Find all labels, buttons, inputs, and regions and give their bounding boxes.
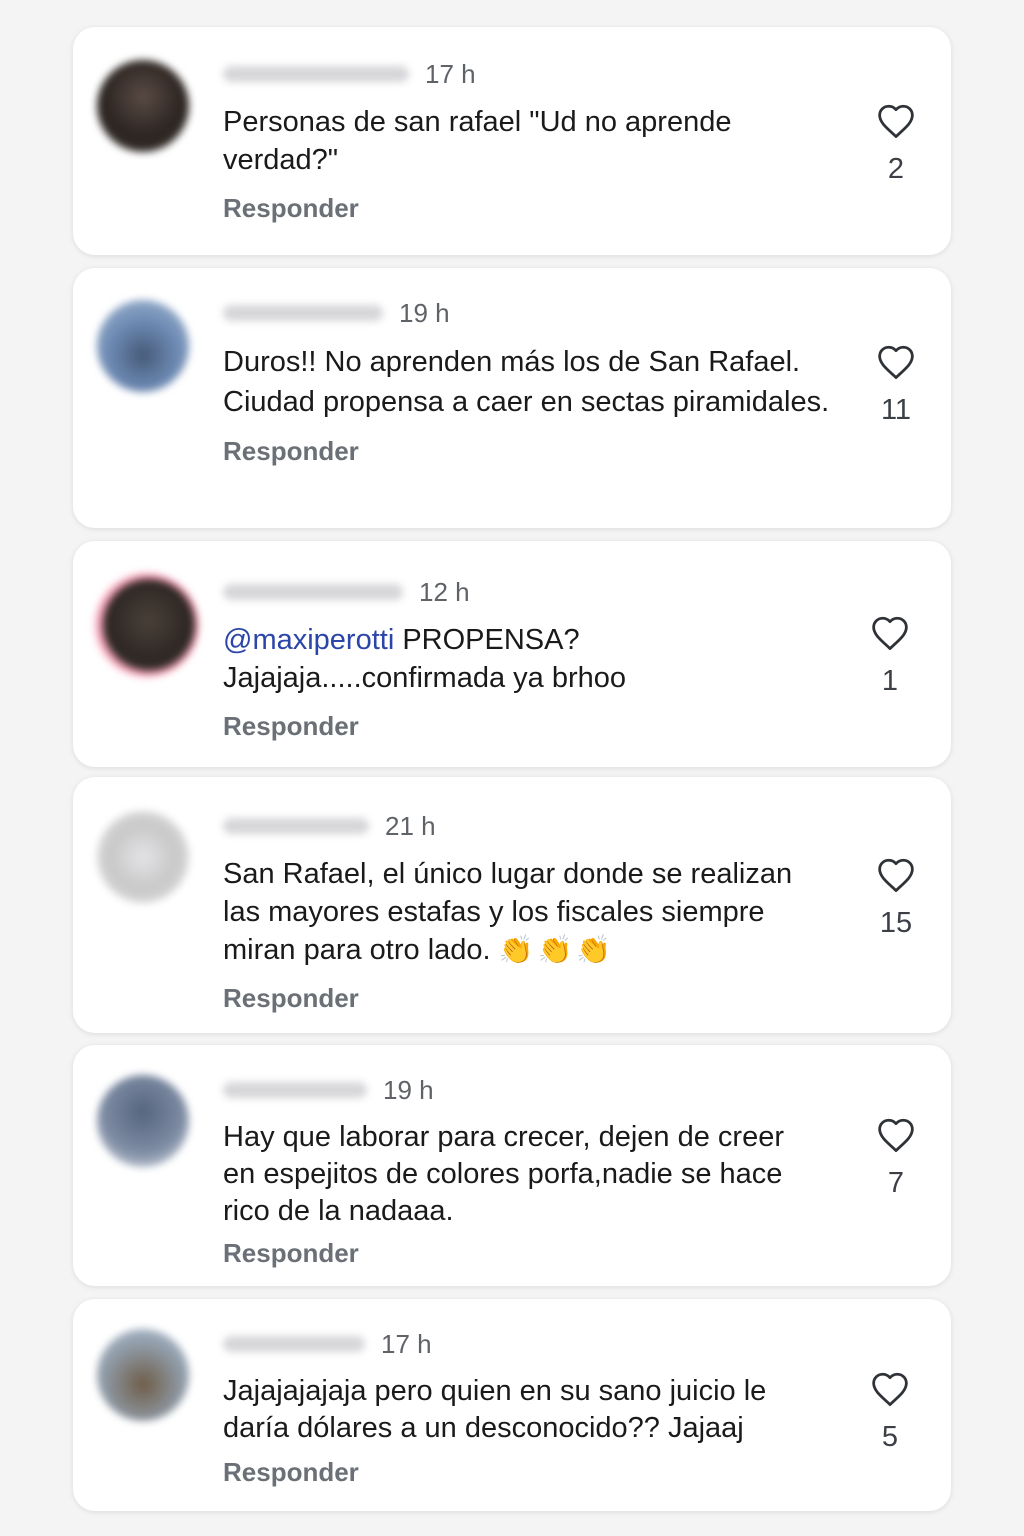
comment-card: 19 h Duros!! No aprenden más los de San …	[73, 268, 951, 528]
comment-text: Duros!! No aprenden más los de San Rafae…	[223, 346, 830, 418]
comment-text: Hay que laborar para crecer, dejen de cr…	[223, 1121, 784, 1227]
comment-card: 19 h Hay que laborar para crecer, dejen …	[73, 1045, 951, 1286]
reply-button[interactable]: Responder	[223, 1238, 841, 1269]
reply-button[interactable]: Responder	[223, 193, 841, 224]
reply-button[interactable]: Responder	[223, 1457, 841, 1488]
comment-text: @maxiperotti PROPENSA? Jajajaja.....conf…	[223, 621, 663, 697]
comment-card: 17 h Jajajajajaja pero quien en su sano …	[73, 1299, 951, 1511]
avatar[interactable]	[103, 579, 195, 671]
comment-time: 12 h	[419, 576, 470, 607]
avatar[interactable]	[97, 1075, 189, 1167]
avatar[interactable]	[97, 811, 189, 903]
clapping-hands-emoji: 👏👏👏	[498, 934, 616, 965]
reply-button[interactable]: Responder	[223, 983, 841, 1014]
like-count: 11	[880, 394, 912, 426]
comment-time: 17 h	[381, 1328, 432, 1359]
heart-icon[interactable]	[865, 615, 915, 651]
comment-text: Jajajajajaja pero quien en su sano juici…	[223, 1375, 767, 1444]
mention-link[interactable]: @maxiperotti	[223, 624, 394, 656]
username-blurred[interactable]	[223, 305, 383, 321]
heart-icon[interactable]	[871, 103, 921, 139]
username-blurred[interactable]	[223, 818, 369, 834]
comment-time: 21 h	[385, 810, 436, 841]
heart-icon[interactable]	[871, 1117, 921, 1153]
heart-icon[interactable]	[871, 344, 921, 380]
like-count: 7	[887, 1167, 905, 1199]
comment-card: 12 h @maxiperotti PROPENSA? Jajajaja....…	[73, 541, 951, 767]
comment-card: 21 h San Rafael, el único lugar donde se…	[73, 777, 951, 1033]
reply-button[interactable]: Responder	[223, 436, 841, 467]
comment-time: 19 h	[383, 1074, 434, 1105]
like-count: 5	[881, 1421, 899, 1453]
like-count: 1	[881, 665, 899, 697]
comment-text: Personas de san rafael "Ud no aprende ve…	[223, 106, 732, 176]
avatar[interactable]	[97, 300, 189, 392]
username-blurred[interactable]	[223, 1082, 367, 1098]
username-blurred[interactable]	[223, 66, 409, 82]
reply-button[interactable]: Responder	[223, 711, 841, 742]
comment-time: 17 h	[425, 58, 476, 89]
avatar[interactable]	[97, 1329, 189, 1421]
comment-card: 17 h Personas de san rafael "Ud no apren…	[73, 27, 951, 255]
comment-time: 19 h	[399, 297, 450, 328]
username-blurred[interactable]	[223, 584, 403, 600]
comment-text: San Rafael, el único lugar donde se real…	[223, 855, 823, 969]
heart-icon[interactable]	[871, 857, 921, 893]
like-count: 15	[879, 907, 913, 939]
avatar[interactable]	[97, 60, 189, 152]
username-blurred[interactable]	[223, 1336, 365, 1352]
like-count: 2	[887, 153, 905, 185]
heart-icon[interactable]	[865, 1371, 915, 1407]
